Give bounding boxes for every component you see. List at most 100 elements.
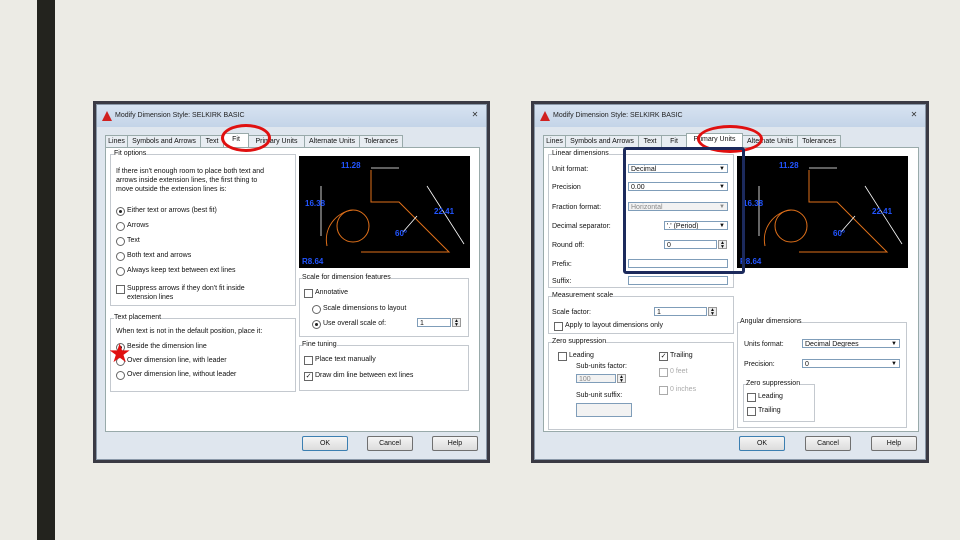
angular-units-select[interactable]: Decimal Degrees ▼ (802, 339, 900, 348)
radio-over-no-leader-label: Over dimension line, without leader (127, 371, 237, 378)
radio-best-fit-label: Either text or arrows (best fit) (127, 207, 217, 214)
round-off-label: Round off: (552, 242, 585, 249)
zero-inches-label: 0 inches (670, 386, 697, 393)
scale-factor-input[interactable]: 1 (654, 307, 707, 316)
tab-tolerances[interactable]: Tolerances (797, 135, 841, 147)
tab-tolerances[interactable]: Tolerances (359, 135, 403, 147)
draw-dim-line-checkbox[interactable]: ✓ (304, 372, 313, 381)
radio-always-keep-label: Always keep text between ext lines (127, 267, 236, 274)
angular-precision-label: Precision: (744, 361, 775, 368)
unit-format-label: Unit format: (552, 166, 589, 173)
overall-scale-label: Use overall scale of: (323, 320, 387, 327)
preview-dim-2: 16.38 (305, 199, 326, 208)
fraction-format-label: Fraction format: (552, 204, 602, 211)
angular-units-label: Units format: (744, 341, 784, 348)
preview-dim-5: R8.64 (302, 257, 324, 266)
tab-lines[interactable]: Lines (543, 135, 566, 147)
radio-overall-scale[interactable] (312, 320, 321, 329)
preview-dim-1: 11.28 (341, 161, 361, 170)
close-icon[interactable]: ✕ (468, 110, 482, 120)
preview-dim-1: 11.28 (779, 161, 799, 170)
autocad-logo-icon (540, 111, 550, 121)
help-button[interactable]: Help (432, 436, 478, 451)
dimension-preview-2: 11.28 16.38 22.41 60° R8.64 (737, 156, 908, 268)
radio-both-label: Both text and arrows (127, 252, 192, 259)
help-button[interactable]: Help (871, 436, 917, 451)
fit-desc-3: move outside the extension lines is: (116, 186, 227, 193)
measurement-heading: Measurement scale (552, 292, 614, 299)
radio-arrows[interactable] (116, 222, 125, 231)
zero-feet-checkbox[interactable] (659, 368, 668, 377)
scale-factor-label: Scale factor: (552, 309, 591, 316)
suppress-label-1: Suppress arrows if they don't fit inside (127, 285, 245, 292)
tab-text[interactable]: Text (638, 135, 662, 147)
angular-leading-checkbox[interactable] (747, 393, 756, 402)
apply-layout-checkbox[interactable] (554, 322, 563, 331)
close-icon[interactable]: ✕ (907, 110, 921, 120)
preview-arc (763, 209, 792, 247)
sub-unit-suffix-input[interactable] (576, 403, 632, 417)
precision-label: Precision (552, 184, 581, 191)
preview-arc (325, 209, 354, 247)
preview-circle (774, 209, 808, 243)
cancel-button[interactable]: Cancel (805, 436, 851, 451)
text-placement-desc: When text is not in the default position… (116, 328, 263, 335)
preview-circle (336, 209, 370, 243)
angular-leading-label: Leading (758, 393, 783, 400)
radio-text-label: Text (127, 237, 140, 244)
radio-over-without-leader[interactable] (116, 371, 125, 380)
cancel-button[interactable]: Cancel (367, 436, 413, 451)
zero-inches-checkbox[interactable] (659, 386, 668, 395)
sub-units-factor-label: Sub-units factor: (576, 363, 627, 370)
angular-heading: Angular dimensions (740, 318, 802, 325)
tab-alternate-units[interactable]: Alternate Units (304, 135, 360, 147)
fine-tuning-group (299, 345, 469, 391)
tab-lines[interactable]: Lines (105, 135, 128, 147)
preview-dim-3: 22.41 (434, 207, 455, 216)
slide-sidebar-bar (37, 0, 55, 540)
suppress-arrows-checkbox[interactable] (116, 285, 125, 294)
prefix-label: Prefix: (552, 261, 572, 268)
autocad-logo-icon (102, 111, 112, 121)
fit-desc-1: If there isn't enough room to place both… (116, 168, 265, 175)
dialog-window: Modify Dimension Style: SELKIRK BASIC ✕ … (96, 104, 487, 460)
radio-beside-label: Beside the dimension line (127, 343, 207, 350)
chevron-down-icon: ▼ (891, 341, 897, 347)
place-manually-label: Place text manually (315, 356, 376, 363)
scale-layout-label: Scale dimensions to layout (323, 305, 407, 312)
fit-tab-highlight-oval (221, 124, 271, 152)
sub-units-factor-spinner[interactable]: ▲ ▼ (617, 374, 626, 384)
radio-text[interactable] (116, 237, 125, 246)
tab-symbols-arrows[interactable]: Symbols and Arrows (565, 135, 639, 147)
fit-options-heading: Fit options (114, 150, 147, 157)
suffix-input[interactable] (628, 276, 728, 285)
zero-feet-label: 0 feet (670, 368, 688, 375)
fine-tuning-heading: Fine tuning (302, 341, 337, 348)
radio-best-fit[interactable] (116, 207, 125, 216)
angular-precision-select[interactable]: 0 ▼ (802, 359, 900, 368)
radio-scale-layout[interactable] (312, 305, 321, 314)
apply-layout-label: Apply to layout dimensions only (565, 322, 664, 329)
tab-fit[interactable]: Fit (661, 135, 687, 147)
preview-dim-4: 60° (395, 229, 407, 238)
fit-desc-2: arrows inside extension lines, the first… (116, 177, 258, 184)
dialog-title: Modify Dimension Style: SELKIRK BASIC (115, 112, 245, 119)
tab-symbols-arrows[interactable]: Symbols and Arrows (127, 135, 201, 147)
preview-dim-3: 22.41 (872, 207, 893, 216)
annotative-checkbox[interactable] (304, 289, 313, 298)
leading-checkbox[interactable] (558, 352, 567, 361)
radio-always-keep[interactable] (116, 267, 125, 276)
overall-scale-input[interactable]: 1 (417, 318, 451, 327)
radio-both[interactable] (116, 252, 125, 261)
place-manually-checkbox[interactable] (304, 356, 313, 365)
dialog-titlebar-2: Modify Dimension Style: SELKIRK BASIC ✕ (535, 105, 925, 127)
ok-button[interactable]: OK (302, 436, 348, 451)
ok-button[interactable]: OK (739, 436, 785, 451)
dialog-titlebar: Modify Dimension Style: SELKIRK BASIC ✕ (97, 105, 486, 127)
trailing-checkbox[interactable]: ✓ (659, 352, 668, 361)
scale-factor-spinner[interactable]: ▲ ▼ (708, 307, 717, 317)
sub-units-factor-input[interactable]: 100 (576, 374, 616, 383)
angular-trailing-checkbox[interactable] (747, 407, 756, 416)
decimal-separator-label: Decimal separator: (552, 223, 611, 230)
overall-scale-spinner[interactable]: ▲ ▼ (452, 318, 461, 328)
